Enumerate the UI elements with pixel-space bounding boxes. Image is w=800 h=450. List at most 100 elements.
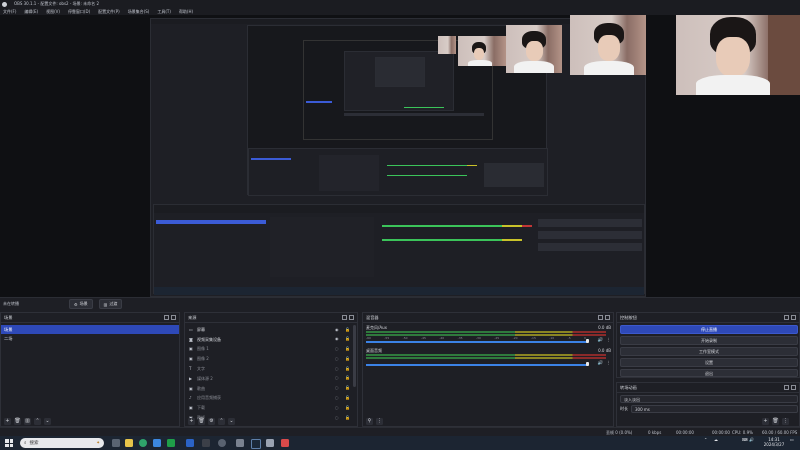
volume-fader-knob[interactable]: [585, 339, 589, 343]
visibility-icon[interactable]: ◌: [335, 347, 339, 351]
lock-icon[interactable]: 🔓: [345, 356, 350, 361]
lock-icon[interactable]: 🔓: [345, 337, 350, 341]
lock-icon[interactable]: 🔓: [345, 405, 350, 410]
add-source-button[interactable]: +: [188, 417, 195, 425]
source-down-button[interactable]: ⌄: [228, 417, 235, 425]
visibility-icon[interactable]: ◌: [335, 405, 339, 410]
windows-start-icon[interactable]: [5, 439, 13, 447]
sources-scrollbar[interactable]: [353, 325, 356, 387]
visibility-icon[interactable]: ◉: [335, 337, 339, 341]
exit-button[interactable]: 退出: [620, 369, 798, 377]
stop-streaming-button[interactable]: 停止直播: [620, 325, 798, 334]
add-transition-button[interactable]: +: [762, 417, 769, 425]
close-icon[interactable]: [605, 315, 610, 320]
volume-fader-knob[interactable]: [585, 362, 589, 366]
terminal-icon[interactable]: [202, 439, 210, 447]
obs-taskbar-icon[interactable]: [218, 439, 226, 447]
menu-file[interactable]: 文件(F): [3, 9, 16, 15]
preview-canvas[interactable]: [0, 15, 800, 297]
studio-mode-button[interactable]: 工作室模式: [620, 347, 798, 356]
close-icon[interactable]: [171, 315, 176, 320]
vscode-icon[interactable]: [186, 439, 194, 447]
scene-down-button[interactable]: ⌄: [44, 417, 51, 425]
menu-docks[interactable]: 停靠窗口(D): [68, 9, 90, 15]
steam-icon[interactable]: [251, 439, 261, 449]
scene-mode-button[interactable]: ⚙ 场景: [69, 299, 93, 309]
tray-icons[interactable]: ☁: [714, 437, 718, 443]
lock-icon[interactable]: 🔓: [345, 396, 350, 400]
source-item[interactable]: T 文字 ◌ 🔓: [185, 364, 357, 374]
speaker-icon[interactable]: 🔊: [598, 361, 604, 366]
source-item[interactable]: ▣ 图像 1 ◌ 🔓: [185, 345, 357, 355]
file-explorer-icon[interactable]: [125, 439, 133, 447]
clock[interactable]: 14:31 2024/3/27: [762, 437, 786, 447]
webcam-source[interactable]: [676, 15, 800, 95]
more-icon[interactable]: ⋮: [607, 338, 612, 343]
lock-icon[interactable]: 🔓: [345, 347, 350, 351]
close-icon[interactable]: [791, 385, 796, 390]
duration-input[interactable]: 300 ms: [631, 405, 798, 413]
source-properties-button[interactable]: ⚙: [208, 417, 215, 425]
app-icon[interactable]: [167, 439, 175, 447]
visibility-icon[interactable]: ◌: [335, 376, 339, 380]
menu-help[interactable]: 帮助(H): [179, 9, 193, 15]
transition-type-select[interactable]: 淡入淡出: [620, 395, 798, 403]
start-recording-button[interactable]: 开始录制: [620, 336, 798, 345]
float-icon[interactable]: [342, 315, 347, 320]
remove-scene-button[interactable]: 🗑: [14, 417, 21, 425]
taskbar-search[interactable]: ⌕ 搜索 ✦: [20, 438, 104, 448]
edge-icon[interactable]: [139, 439, 147, 447]
menu-tools[interactable]: 工具(T): [157, 9, 171, 15]
lock-icon[interactable]: 🔓: [345, 386, 350, 390]
mixer-link-button[interactable]: ⚲: [366, 417, 373, 425]
source-item[interactable]: ◙ 视频采集设备 ◉ 🔓: [185, 335, 357, 345]
source-up-button[interactable]: ⌃: [218, 417, 225, 425]
scene-up-button[interactable]: ⌃: [34, 417, 41, 425]
visibility-icon[interactable]: ◌: [335, 366, 339, 371]
source-item[interactable]: ▶ 媒体源 2 ◌ 🔓: [185, 374, 357, 384]
notification-icon[interactable]: ▭: [790, 437, 794, 443]
task-view-icon[interactable]: [112, 439, 120, 447]
app-icon[interactable]: [266, 439, 274, 447]
visibility-icon[interactable]: ◌: [335, 356, 339, 361]
add-scene-button[interactable]: +: [4, 417, 11, 425]
float-icon[interactable]: [784, 385, 789, 390]
visibility-icon[interactable]: ◉: [335, 327, 339, 332]
menu-scene-collection[interactable]: 场景集合(S): [128, 9, 150, 15]
menu-edit[interactable]: 编辑(E): [24, 9, 38, 15]
close-icon[interactable]: [791, 315, 796, 320]
scene-item[interactable]: 场景: [1, 325, 179, 334]
app-icon[interactable]: [281, 439, 289, 447]
source-item[interactable]: ▣ 歌曲 ◌ 🔓: [185, 384, 357, 394]
store-icon[interactable]: [153, 439, 161, 447]
float-icon[interactable]: [598, 315, 603, 320]
menu-view[interactable]: 视图(V): [46, 9, 60, 15]
scene-item[interactable]: 二场: [1, 334, 179, 343]
more-icon[interactable]: ⋮: [607, 361, 612, 366]
speaker-icon[interactable]: 🔊: [598, 338, 604, 343]
menu-profile[interactable]: 配置文件(P): [98, 9, 120, 15]
transition-mode-button[interactable]: ▥ 过渡: [98, 299, 123, 309]
app-icon[interactable]: [236, 439, 244, 447]
close-icon[interactable]: [349, 315, 354, 320]
volume-fader[interactable]: [366, 341, 587, 343]
mixer-menu-button[interactable]: ⋮: [376, 417, 383, 425]
remove-source-button[interactable]: 🗑: [198, 417, 205, 425]
float-icon[interactable]: [164, 315, 169, 320]
settings-button[interactable]: 设置: [620, 358, 798, 367]
source-item[interactable]: ▣ 下载 ◌ 🔓: [185, 403, 357, 413]
source-item[interactable]: ▭ 屏幕 ◉ 🔓: [185, 325, 357, 335]
visibility-icon[interactable]: ◌: [335, 386, 339, 390]
source-item[interactable]: ♪ 应用音频捕获 ◌ 🔓: [185, 394, 357, 404]
lock-icon[interactable]: 🔓: [345, 376, 350, 380]
chevron-up-icon[interactable]: ⌃: [704, 437, 707, 443]
visibility-icon[interactable]: ◌: [335, 396, 339, 400]
transition-menu-button[interactable]: ⋮: [782, 417, 789, 425]
lock-icon[interactable]: 🔓: [345, 366, 350, 371]
volume-fader[interactable]: [366, 364, 587, 366]
network-icon[interactable]: ⌨ 🔊: [742, 437, 754, 443]
lock-icon[interactable]: 🔓: [345, 327, 350, 332]
float-icon[interactable]: [784, 315, 789, 320]
remove-transition-button[interactable]: 🗑: [772, 417, 779, 425]
scene-filter-button[interactable]: ▥: [24, 417, 31, 425]
